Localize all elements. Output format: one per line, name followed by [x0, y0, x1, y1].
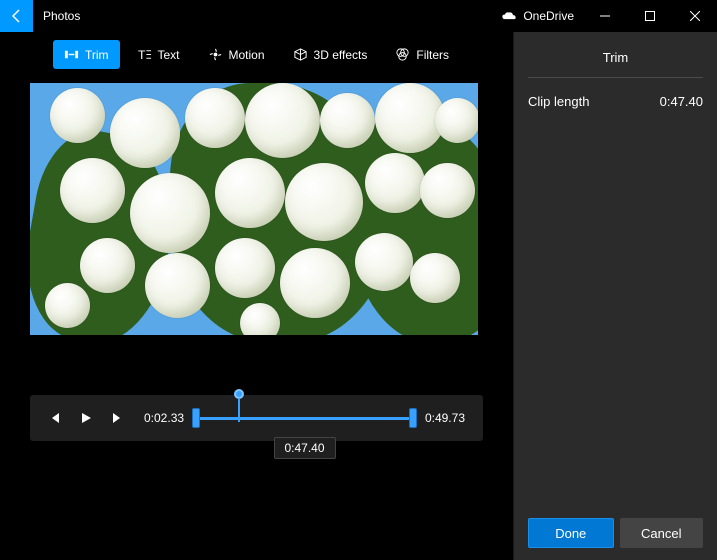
text-icon: T: [137, 47, 152, 62]
video-preview[interactable]: [30, 83, 478, 335]
3d-effects-tab[interactable]: 3D effects: [282, 40, 379, 69]
cube-icon: [293, 47, 308, 62]
cloud-icon: [501, 11, 517, 22]
app-title: Photos: [33, 0, 80, 32]
edit-toolbar: Trim T Text Motion 3D effects Filters: [0, 32, 513, 83]
trim-tab[interactable]: Trim: [53, 40, 120, 69]
trim-end-handle[interactable]: [409, 408, 417, 428]
close-button[interactable]: [672, 0, 717, 32]
end-time: 0:49.73: [417, 411, 473, 425]
previous-frame-button[interactable]: [40, 404, 68, 432]
minimize-button[interactable]: [582, 0, 627, 32]
playhead[interactable]: [234, 389, 244, 422]
text-tab[interactable]: T Text: [126, 40, 191, 69]
done-button[interactable]: Done: [528, 518, 614, 548]
clip-length-value: 0:47.40: [660, 94, 703, 109]
trim-track[interactable]: 0:47.40: [196, 403, 413, 433]
next-frame-button[interactable]: [104, 404, 132, 432]
current-time: 0:02.33: [136, 411, 192, 425]
onedrive-label: OneDrive: [523, 9, 574, 23]
motion-icon: [208, 47, 223, 62]
clip-length-label: Clip length: [528, 94, 589, 109]
cancel-button[interactable]: Cancel: [620, 518, 704, 548]
back-button[interactable]: [0, 0, 33, 32]
selected-duration: 0:47.40: [273, 437, 335, 459]
trim-icon: [64, 47, 79, 62]
playback-controls: 0:02.33 0:47.40 0:49.73: [30, 395, 483, 441]
panel-title: Trim: [528, 32, 703, 78]
onedrive-status[interactable]: OneDrive: [501, 0, 582, 32]
svg-text:T: T: [137, 48, 145, 62]
trim-panel: Trim Clip length 0:47.40 Done Cancel: [513, 32, 717, 560]
filters-icon: [395, 47, 410, 62]
trim-start-handle[interactable]: [192, 408, 200, 428]
motion-tab[interactable]: Motion: [197, 40, 276, 69]
maximize-button[interactable]: [627, 0, 672, 32]
play-button[interactable]: [72, 404, 100, 432]
filters-tab[interactable]: Filters: [384, 40, 460, 69]
